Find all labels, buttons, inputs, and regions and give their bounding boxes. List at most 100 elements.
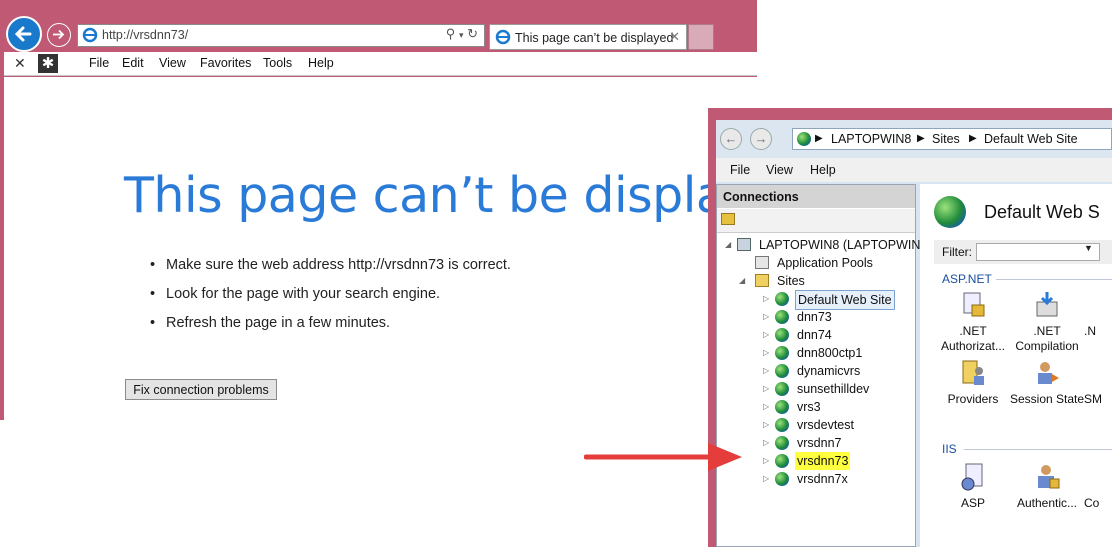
refresh-icon[interactable]: ↻ [467,26,478,41]
feature-label: Co [1084,496,1100,510]
tree-site-label: vrsdevtest [797,418,854,432]
search-icon[interactable]: ⚲ [446,26,456,41]
connect-icon[interactable] [721,213,735,225]
group-iis: IIS [942,442,957,456]
menu-file[interactable]: File [89,56,109,70]
tree-site-label: vrsdnn7x [797,472,848,486]
connections-header: Connections [717,185,915,208]
globe-icon [775,382,789,396]
group-divider [964,449,1112,450]
tree-site-label: sunsethilldev [797,382,870,396]
filter-bar: Filter: ▼ [934,240,1112,264]
expand-arrow-icon[interactable]: ▷ [763,308,769,326]
authentication-icon [1032,462,1062,492]
menu-view[interactable]: View [159,56,186,70]
expand-arrow-icon[interactable]: ▷ [763,434,769,452]
close-icon[interactable]: ✕ [14,55,26,72]
globe-icon [775,310,789,324]
expand-arrow-icon[interactable]: ▷ [763,398,769,416]
net-compilation-icon [1032,290,1062,320]
expand-arrow-icon[interactable]: ▷ [763,326,769,344]
tree-server[interactable]: ◢ LAPTOPWIN8 (LAPTOPWIN8\ [725,236,931,254]
menu-edit[interactable]: Edit [122,56,144,70]
app-pool-icon [755,256,769,269]
menu-favorites[interactable]: Favorites [200,56,251,70]
feature-label: Authentic... [1016,496,1078,510]
tab-title: This page can’t be displayed [515,31,674,45]
suggestion-item: Refresh the page in a few minutes. [150,315,511,344]
group-aspnet: ASP.NET [942,272,992,286]
filter-input[interactable] [976,243,1100,261]
feature-asp[interactable]: ASP [936,462,1010,511]
iis-menu-help[interactable]: Help [810,163,836,177]
feature-label: .NET [1033,324,1061,338]
forward-button[interactable] [47,23,71,47]
site-globe-icon [934,196,966,228]
chevron-right-icon: ▶ [917,133,925,144]
feature-compression-partial[interactable]: Co [1084,462,1112,511]
globe-icon [775,454,789,468]
expand-arrow-icon[interactable]: ▷ [763,470,769,488]
iis-navbar: ← → ▶ LAPTOPWIN8 ▶ Sites ▶ Default Web S… [716,120,1112,158]
feature-providers[interactable]: Providers [936,358,1010,407]
error-suggestions: Make sure the web address http://vrsdnn7… [150,257,511,344]
tree-site-label: Default Web Site [795,290,895,310]
feature-session-state[interactable]: Session State [1010,358,1084,407]
address-tools[interactable]: ⚲ ▾ ↻ [446,26,478,42]
expand-arrow-icon[interactable]: ▷ [763,362,769,380]
expand-arrow-icon[interactable]: ▷ [763,344,769,362]
menu-tools[interactable]: Tools [263,56,292,70]
tree-site-label: vrsdnn73 [795,452,851,470]
feature-label: Compilation [1015,339,1079,353]
chevron-down-icon[interactable]: ▼ [1084,243,1093,253]
feature-smtp-partial[interactable]: SM [1084,358,1112,407]
back-button[interactable] [6,16,42,52]
feature-net-compilation[interactable]: .NET Compilation [1010,290,1084,354]
globe-icon [797,132,811,146]
expand-arrow-icon[interactable]: ▷ [763,290,769,308]
expand-arrow-icon[interactable]: ▷ [763,452,769,470]
expand-icon[interactable]: ◢ [725,236,731,254]
addon-icon[interactable]: ✱ [38,54,58,73]
forward-arrow-icon [53,29,65,40]
globe-icon [775,364,789,378]
fix-connection-button[interactable]: Fix connection problems [125,379,277,400]
breadcrumb-sites[interactable]: Sites [932,132,960,146]
breadcrumb-server[interactable]: LAPTOPWIN8 [831,132,911,146]
iis-forward-button[interactable]: → [750,128,772,150]
feature-label: Session State [1010,392,1085,406]
session-state-icon [1032,358,1062,388]
feature-authentication[interactable]: Authentic... [1010,462,1084,511]
new-tab-button[interactable] [688,24,714,50]
group-divider [996,279,1112,280]
menu-help[interactable]: Help [308,56,334,70]
smtp-icon [1084,358,1112,388]
feature-label: SM [1084,392,1102,406]
globe-icon [775,346,789,360]
dropdown-icon[interactable]: ▾ [459,30,464,40]
address-url[interactable]: http://vrsdnn73/ [102,28,188,42]
expand-arrow-icon[interactable]: ▷ [763,416,769,434]
address-bar[interactable]: http://vrsdnn73/ ⚲ ▾ ↻ [77,24,485,47]
iis-manager-window: ← → ▶ LAPTOPWIN8 ▶ Sites ▶ Default Web S… [708,108,1112,547]
feature-net-partial[interactable]: .N [1084,290,1112,339]
expand-arrow-icon[interactable]: ▷ [763,380,769,398]
feature-net-authorization[interactable]: .NET Authorizat... [936,290,1010,354]
feature-label: Authorizat... [940,339,1006,353]
ie-tab-icon [495,29,511,45]
ie-page-content: This page can’t be displayed Make sure t… [4,77,815,420]
feature-label: .NET [959,324,987,338]
iis-back-button[interactable]: ← [720,128,742,150]
iis-menu-file[interactable]: File [730,163,750,177]
iis-menu-view[interactable]: View [766,163,793,177]
globe-icon [775,328,789,342]
net-feature-icon [1084,290,1112,320]
ie-titlebar: http://vrsdnn73/ ⚲ ▾ ↻ This page can’t b… [0,0,757,52]
chevron-right-icon: ▶ [815,133,823,144]
globe-icon [775,292,789,306]
tab-close-icon[interactable]: ✕ [669,29,680,45]
browser-tab[interactable]: This page can’t be displayed ✕ [489,24,687,50]
breadcrumb[interactable]: ▶ LAPTOPWIN8 ▶ Sites ▶ Default Web Site [792,128,1112,150]
expand-icon[interactable]: ◢ [739,272,745,290]
breadcrumb-site[interactable]: Default Web Site [984,132,1078,146]
